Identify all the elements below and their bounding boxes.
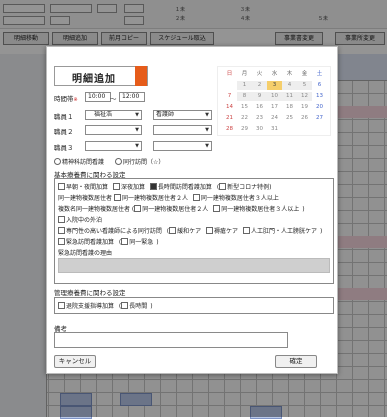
calendar-day[interactable]: 4 xyxy=(282,81,297,90)
calendar-day[interactable]: 10 xyxy=(267,92,282,101)
calendar-day[interactable]: 16 xyxy=(252,103,267,112)
mini-calendar: 日月火水木金土 1 2 3 4 5 6 7 8 9 10 11 12 13 14 15 16 17 18 19 20 21… xyxy=(217,66,331,136)
basic-row-3: 複数名同一建物複数居住者 (同一建物複数居住者２人 同一建物複数居住者３人以上) xyxy=(58,205,305,213)
calendar-day xyxy=(312,125,327,134)
calendar-day xyxy=(297,125,312,134)
stoma-care-checkbox[interactable]: 人工肛門・人工膀胱ケア xyxy=(242,227,317,235)
time-end-input[interactable]: 12:00 xyxy=(119,92,145,102)
emergency-visit-checkbox[interactable]: 緊急訪問看護加算 xyxy=(58,238,114,246)
calendar-day[interactable]: 23 xyxy=(252,114,267,123)
calendar-day[interactable]: 12 xyxy=(297,92,312,101)
multi-same-building-3plus-checkbox[interactable]: 同一建物複数居住者３人以上 xyxy=(213,205,299,213)
staff1-name-select[interactable]: 福祉浩 ▼ xyxy=(85,110,142,120)
time-start-input[interactable]: 10:00 xyxy=(85,92,111,102)
staff2-name-select[interactable]: ▼ xyxy=(85,125,142,135)
calendar-weekday-header: 火 xyxy=(256,71,263,77)
staff1-label: 職員１ xyxy=(54,113,74,121)
same-building-3plus-checkbox[interactable]: 同一建物複数居住者３人以上 xyxy=(192,194,279,202)
calendar-day[interactable]: 17 xyxy=(267,103,282,112)
staff2-label: 職員２ xyxy=(54,128,74,136)
calendar-day[interactable]: 1 xyxy=(237,81,252,90)
time-separator: 〜 xyxy=(110,95,117,103)
calendar-day[interactable]: 30 xyxy=(252,125,267,134)
staff3-label: 職員３ xyxy=(54,144,74,152)
calendar-day[interactable]: 15 xyxy=(237,103,252,112)
basic-row-5: 専門性の高い看護師による同行訪問 (緩和ケア 褥瘡ケア 人工肛門・人工膀胱ケア) xyxy=(58,226,322,235)
calendar-day[interactable]: 6 xyxy=(312,81,327,90)
palliative-care-checkbox[interactable]: 緩和ケア xyxy=(169,227,201,235)
calendar-day[interactable]: 13 xyxy=(312,92,327,101)
add-detail-dialog: 明細追加 日月火水木金土 1 2 3 4 5 6 7 8 9 10 11 12 13 14 15 16 17 18 1… xyxy=(46,46,338,374)
calendar-day[interactable]: 14 xyxy=(222,103,237,112)
calendar-day[interactable]: 3 xyxy=(267,81,282,90)
calendar-day[interactable]: 7 xyxy=(222,92,237,101)
calendar-day[interactable]: 8 xyxy=(237,92,252,101)
management-section-title: 管理療養費に関わる設定 xyxy=(54,289,126,297)
same-building-2-checkbox[interactable]: 同一建物複数居住者２人 xyxy=(113,194,188,202)
basic-row-1: 早朝・夜間加算 深夜加算 長時間訪問看護加算 (新型コロナ特例) xyxy=(58,182,275,191)
calendar-day xyxy=(282,125,297,134)
calendar-day[interactable]: 22 xyxy=(237,114,252,123)
multi-staff-same-building-label: 複数名同一建物複数居住者 xyxy=(58,206,131,213)
basic-row-6: 緊急訪問看護加算 (同一緊急) xyxy=(58,237,159,246)
calendar-weekday-header: 水 xyxy=(271,71,278,77)
basic-row-4: 入院中の外泊 xyxy=(58,215,105,224)
remarks-textarea[interactable] xyxy=(54,332,288,348)
calendar-weekday-header: 木 xyxy=(286,71,293,77)
multi-same-building-2-checkbox[interactable]: 同一建物複数居住者２人 xyxy=(134,205,208,213)
long-visit-addition-checkbox[interactable]: 長時間訪問看護加算 xyxy=(149,183,212,191)
calendar-day[interactable]: 24 xyxy=(267,114,282,123)
staff3-role-select[interactable]: ▼ xyxy=(153,141,212,151)
late-night-addition-checkbox[interactable]: 深夜加算 xyxy=(112,183,145,191)
calendar-day[interactable]: 27 xyxy=(312,114,327,123)
discharge-support-checkbox[interactable]: 退院支援指導加算 xyxy=(58,302,114,310)
pressure-ulcer-care-checkbox[interactable]: 褥瘡ケア xyxy=(206,227,238,235)
staff1-role-select[interactable]: 看護師 ▼ xyxy=(153,110,212,120)
calendar-day[interactable]: 5 xyxy=(297,81,312,90)
calendar-day[interactable]: 19 xyxy=(297,103,312,112)
same-building-label: 同一建物複数居住者 xyxy=(58,195,113,202)
emergency-reason-label: 緊急訪問看護の理由 xyxy=(58,250,113,257)
dialog-title-box: 明細追加 xyxy=(54,66,148,86)
calendar-weekday-header: 土 xyxy=(316,71,323,77)
confirm-button[interactable]: 確定 xyxy=(275,355,317,368)
radio-icon xyxy=(54,158,61,165)
staff3-name-select[interactable]: ▼ xyxy=(85,141,142,151)
psychiatric-visit-option[interactable]: 精神科訪問看護 xyxy=(54,158,104,166)
visit-options-row: 精神科訪問看護 同行訪問（☆） xyxy=(54,157,167,166)
emergency-reason-field[interactable] xyxy=(58,258,330,273)
dialog-title: 明細追加 xyxy=(72,74,116,85)
management-row-1: 退院支援指導加算 (長時間) xyxy=(58,301,153,310)
calendar-weekday-header: 日 xyxy=(226,71,233,77)
calendar-day[interactable]: 26 xyxy=(297,114,312,123)
calendar-day[interactable]: 28 xyxy=(222,125,237,134)
hospital-overnight-checkbox[interactable]: 入院中の外泊 xyxy=(58,216,102,224)
covid-special-checkbox[interactable]: (新型コロナ特例) xyxy=(217,183,272,191)
calendar-day[interactable]: 18 xyxy=(282,103,297,112)
calendar-weekday-header: 月 xyxy=(241,71,248,77)
title-accent-tab xyxy=(135,66,147,86)
basic-row-2: 同一建物複数居住者 同一建物複数居住者２人 同一建物複数居住者３人以上 xyxy=(58,193,282,202)
calendar-weekday-header: 金 xyxy=(301,71,308,77)
early-night-addition-checkbox[interactable]: 早朝・夜間加算 xyxy=(58,183,108,191)
calendar-day[interactable]: 25 xyxy=(282,114,297,123)
time-label: 時間帯※ xyxy=(54,95,78,103)
calendar-day[interactable]: 2 xyxy=(252,81,267,90)
calendar-day[interactable]: 29 xyxy=(237,125,252,134)
long-time-checkbox[interactable]: 長時間 xyxy=(121,302,147,310)
specialist-accompany-checkbox[interactable]: 専門性の高い看護師による同行訪問 xyxy=(58,227,162,235)
calendar-day[interactable]: 21 xyxy=(222,114,237,123)
staff2-role-select[interactable]: ▼ xyxy=(153,125,212,135)
accompanied-visit-option[interactable]: 同行訪問（☆） xyxy=(114,158,164,166)
calendar-day[interactable]: 9 xyxy=(252,92,267,101)
calendar-day[interactable]: 11 xyxy=(282,92,297,101)
cancel-button[interactable]: キャンセル xyxy=(54,355,96,368)
radio-icon xyxy=(114,158,122,165)
same-emergency-checkbox[interactable]: 同一緊急 xyxy=(121,238,153,246)
calendar-day[interactable]: 20 xyxy=(312,103,327,112)
calendar-day xyxy=(222,81,237,90)
calendar-day[interactable]: 31 xyxy=(267,125,282,134)
